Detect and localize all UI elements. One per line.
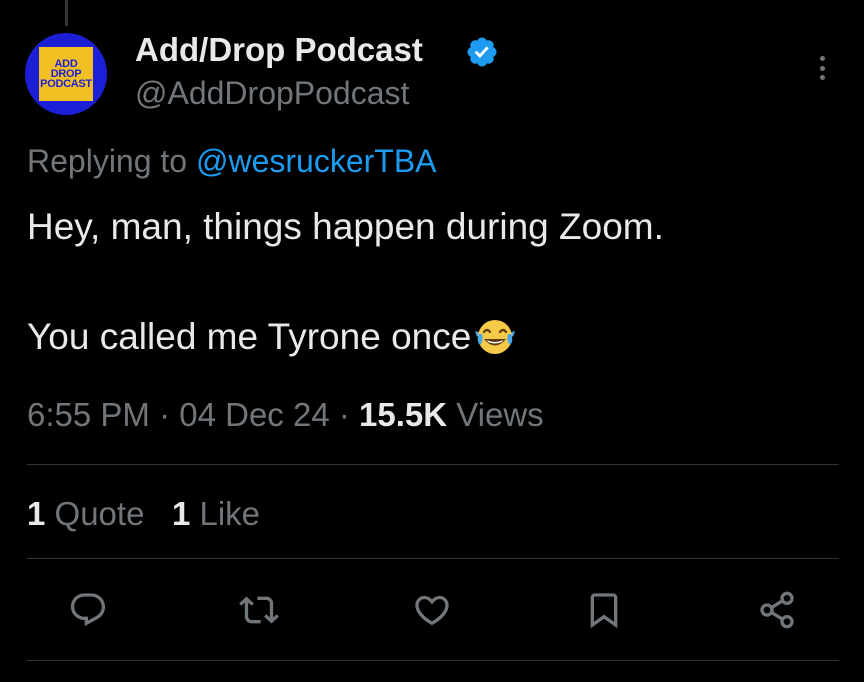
tweet-metadata: 6:55 PM · 04 Dec 24 · 15.5K Views — [27, 396, 544, 434]
avatar-logo: ADD DROP PODCAST — [39, 47, 93, 101]
reply-icon — [70, 593, 106, 627]
retweet-button[interactable] — [237, 588, 281, 632]
face-with-tears-of-joy-icon — [475, 320, 516, 354]
share-icon — [760, 591, 794, 629]
more-options-icon[interactable] — [808, 52, 836, 84]
like-icon — [415, 595, 449, 626]
quotes-label: Quote — [45, 495, 145, 532]
replying-to-line: Replying to @wesruckerTBA — [27, 143, 437, 180]
more-dot — [819, 56, 825, 61]
meta-separator: · — [149, 396, 180, 433]
tweet-text-line-2: You called me Tyrone once — [27, 316, 472, 357]
likes-count: 1 — [171, 495, 191, 532]
divider — [27, 660, 839, 661]
bookmark-button[interactable] — [582, 588, 626, 632]
likes-label: Like — [190, 495, 261, 532]
views-count: 15.5K — [359, 396, 448, 433]
reply-button[interactable] — [66, 588, 110, 632]
thread-connector-line — [65, 0, 68, 26]
retweet-icon — [239, 596, 279, 624]
tweet-text-line-1: Hey, man, things happen during Zoom. — [27, 206, 664, 247]
quotes-stat[interactable]: 1 Quote — [27, 495, 144, 532]
author-display-name[interactable]: Add/Drop Podcast — [135, 31, 423, 69]
share-button[interactable] — [755, 588, 799, 632]
meta-separator: · — [329, 396, 359, 433]
views-label: Views — [447, 396, 544, 433]
divider — [27, 558, 839, 559]
avatar-logo-text-podcast: PODCAST — [40, 78, 92, 90]
tweet-date[interactable]: 04 Dec 24 — [179, 396, 329, 433]
avatar[interactable]: ADD DROP PODCAST — [25, 33, 107, 115]
more-dot — [819, 75, 825, 80]
likes-stat[interactable]: 1 Like — [172, 495, 260, 532]
tweet-text-line-2-container: You called me Tyrone once — [27, 315, 517, 359]
tweet-time[interactable]: 6:55 PM — [27, 396, 150, 433]
like-button[interactable] — [410, 588, 454, 632]
replying-to-prefix: Replying to — [27, 143, 188, 179]
author-handle[interactable]: @AddDropPodcast — [135, 75, 409, 112]
quotes-count: 1 — [27, 495, 46, 532]
replying-to-mention[interactable]: @wesruckerTBA — [196, 143, 437, 179]
bookmark-icon — [590, 593, 618, 629]
engagement-stats: 1 Quote 1 Like — [27, 495, 260, 533]
divider — [27, 464, 839, 465]
verified-badge-icon — [467, 37, 497, 67]
more-dot — [819, 65, 825, 71]
